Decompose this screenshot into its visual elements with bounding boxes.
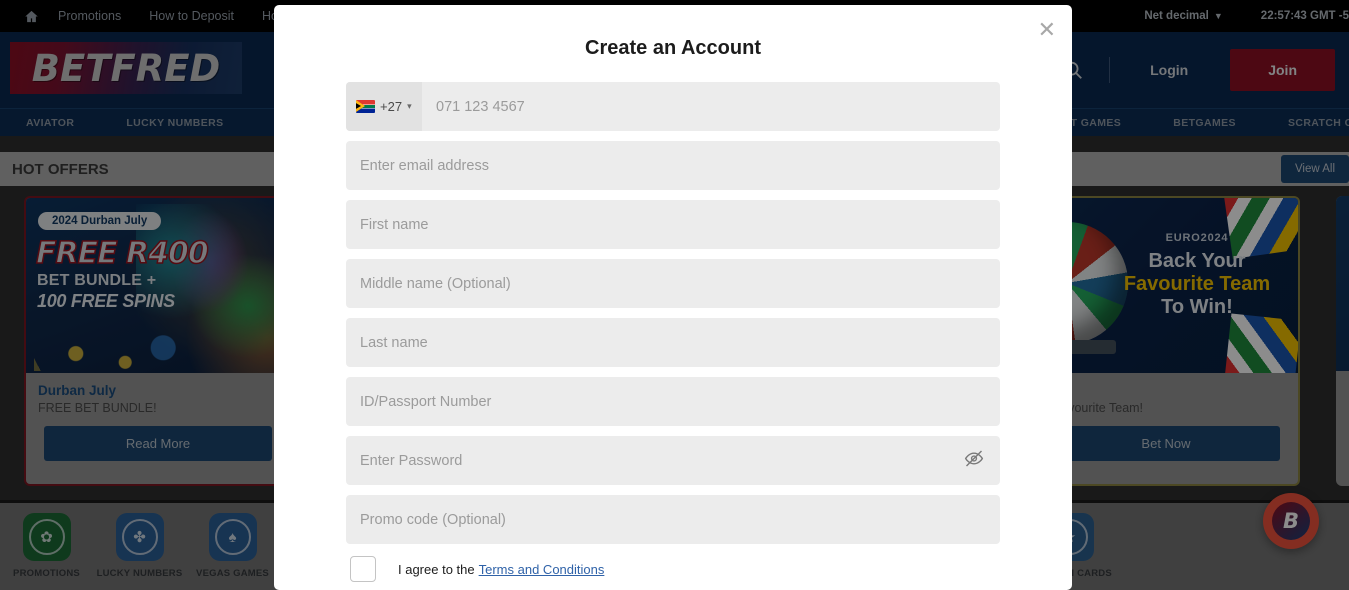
id-passport-field[interactable]: ID/Passport Number xyxy=(346,377,1000,426)
password-placeholder: Enter Password xyxy=(360,452,463,469)
country-code-selector[interactable]: +27 ▾ xyxy=(346,82,422,131)
middle-name-field[interactable]: Middle name (Optional) xyxy=(346,259,1000,308)
create-account-modal: ✕ Create an Account +27 ▾ 071 123 4567 E… xyxy=(274,5,1072,590)
first-name-placeholder: First name xyxy=(360,216,429,233)
middle-name-placeholder: Middle name (Optional) xyxy=(360,275,511,292)
signup-form: +27 ▾ 071 123 4567 Enter email address F… xyxy=(274,60,1072,582)
phone-number-field[interactable]: +27 ▾ 071 123 4567 xyxy=(346,82,1000,131)
terms-agreement-row: I agree to the Terms and Conditions xyxy=(346,556,1000,582)
chevron-down-icon: ▾ xyxy=(407,101,412,111)
terms-and-conditions-link[interactable]: Terms and Conditions xyxy=(479,562,605,577)
phone-input[interactable]: 071 123 4567 xyxy=(422,82,1000,131)
email-field[interactable]: Enter email address xyxy=(346,141,1000,190)
last-name-field[interactable]: Last name xyxy=(346,318,1000,367)
last-name-placeholder: Last name xyxy=(360,334,428,351)
modal-title: Create an Account xyxy=(585,37,761,59)
first-name-field[interactable]: First name xyxy=(346,200,1000,249)
dial-code-label: +27 xyxy=(380,99,403,114)
screen: Promotions How to Deposit How to Bet Net… xyxy=(0,0,1349,590)
phone-placeholder: 071 123 4567 xyxy=(436,98,525,115)
promo-code-placeholder: Promo code (Optional) xyxy=(360,511,506,528)
terms-agreement-text: I agree to the Terms and Conditions xyxy=(398,562,604,577)
za-flag-icon xyxy=(356,100,375,113)
promo-code-field[interactable]: Promo code (Optional) xyxy=(346,495,1000,544)
id-passport-placeholder: ID/Passport Number xyxy=(360,393,492,410)
eye-slash-icon[interactable] xyxy=(964,448,984,473)
terms-checkbox[interactable] xyxy=(350,556,376,582)
close-icon[interactable]: ✕ xyxy=(1038,19,1056,41)
email-placeholder: Enter email address xyxy=(360,157,489,174)
agree-label: I agree to the xyxy=(398,561,475,577)
password-field[interactable]: Enter Password xyxy=(346,436,1000,485)
